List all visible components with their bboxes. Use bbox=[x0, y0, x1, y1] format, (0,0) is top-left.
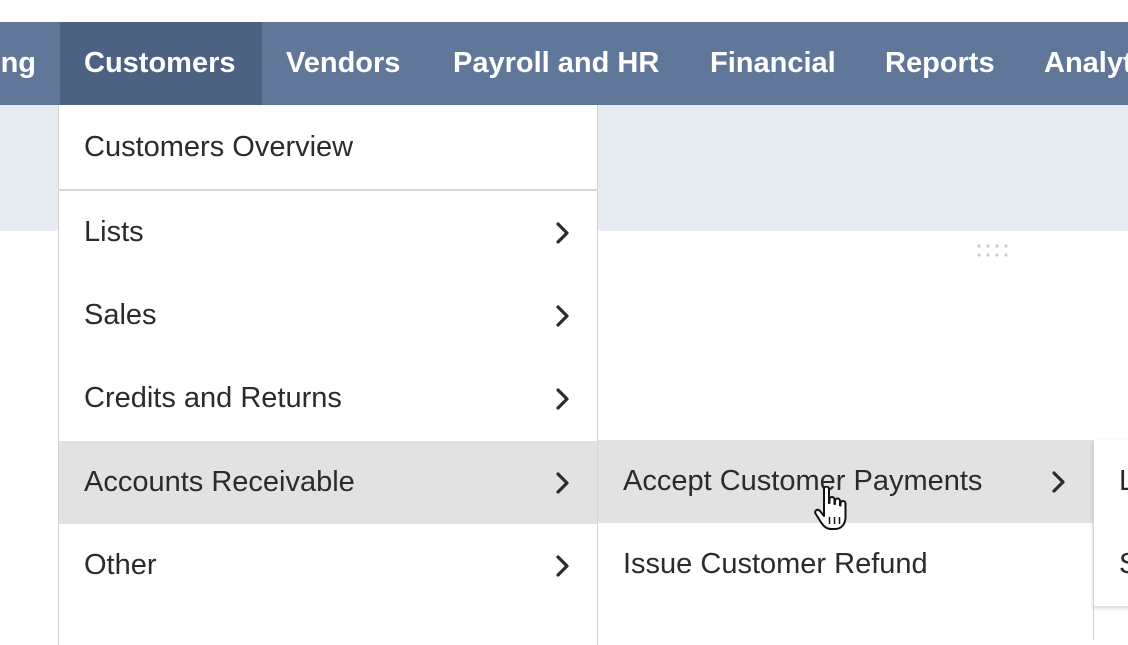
submenu3-item-2[interactable]: S bbox=[1119, 523, 1128, 606]
nav-tab-partial-left[interactable]: ng bbox=[0, 22, 60, 105]
menu-item-label: Credits and Returns bbox=[84, 382, 342, 414]
menu-item-other[interactable]: Other bbox=[59, 524, 597, 607]
menu-item-accounts-receivable[interactable]: Accounts Receivable bbox=[59, 441, 597, 524]
menu-item-label: Sales bbox=[84, 299, 157, 331]
drag-handle-icon[interactable] bbox=[976, 242, 1012, 262]
chevron-right-icon bbox=[553, 274, 575, 357]
nav-tab-customers[interactable]: Customers bbox=[60, 22, 262, 105]
chevron-right-icon bbox=[1049, 440, 1071, 523]
nav-tab-reports[interactable]: Reports bbox=[885, 22, 995, 105]
chevron-right-icon bbox=[553, 357, 575, 440]
menu-item-label: Accounts Receivable bbox=[84, 466, 355, 498]
nav-tab-vendors[interactable]: Vendors bbox=[286, 22, 400, 105]
menu-item-label: Lists bbox=[84, 216, 144, 248]
nav-tab-analytics[interactable]: Analyt bbox=[1044, 22, 1128, 105]
menu-item-accept-customer-payments[interactable]: Accept Customer Payments bbox=[598, 440, 1093, 523]
menu-item-lists[interactable]: Lists bbox=[59, 191, 597, 274]
menu-item-customers-overview[interactable]: Customers Overview bbox=[59, 106, 597, 189]
chevron-right-icon bbox=[553, 191, 575, 274]
menu-item-label: Other bbox=[84, 549, 157, 581]
menu-item-sales[interactable]: Sales bbox=[59, 274, 597, 357]
menu-item-label: Issue Customer Refund bbox=[623, 548, 928, 580]
main-navigation-bar: ng Customers Vendors Payroll and HR Fina… bbox=[0, 22, 1128, 105]
menu-item-label: Customers Overview bbox=[84, 131, 354, 163]
submenu3-item-1[interactable]: L bbox=[1119, 440, 1128, 523]
menu-item-credits-and-returns[interactable]: Credits and Returns bbox=[59, 357, 597, 440]
menu-item-issue-customer-refund[interactable]: Issue Customer Refund bbox=[598, 523, 1093, 606]
accounts-receivable-submenu: Accept Customer Payments Issue Customer … bbox=[597, 440, 1094, 640]
accept-customer-payments-submenu: L S bbox=[1093, 440, 1128, 606]
customers-dropdown-menu: Customers Overview Lists Sales Credits a… bbox=[58, 105, 598, 645]
chevron-right-icon bbox=[553, 524, 575, 607]
nav-tab-financial[interactable]: Financial bbox=[710, 22, 836, 105]
nav-tab-payroll-and-hr[interactable]: Payroll and HR bbox=[453, 22, 659, 105]
menu-item-label: Accept Customer Payments bbox=[623, 465, 983, 497]
chevron-right-icon bbox=[553, 441, 575, 524]
